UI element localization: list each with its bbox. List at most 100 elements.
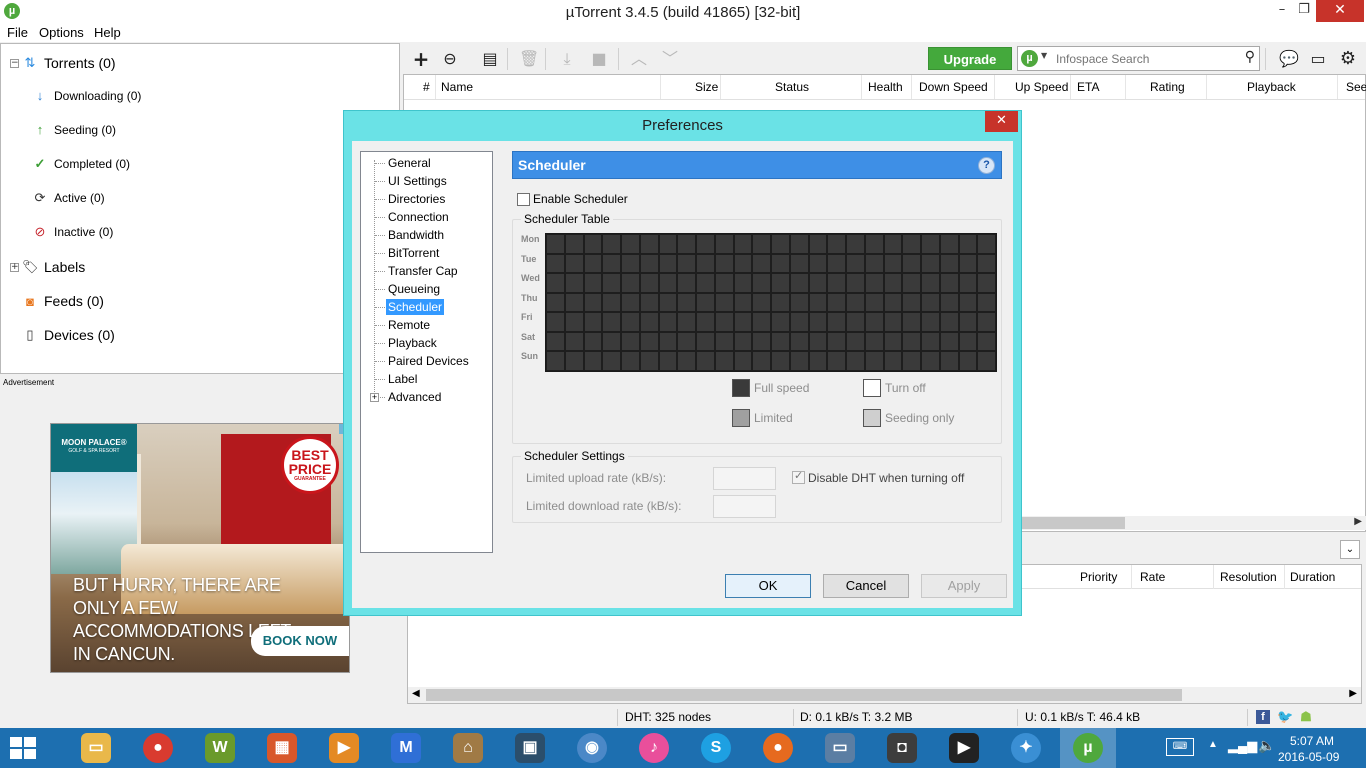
schedule-cell[interactable] (864, 351, 884, 371)
schedule-cell[interactable] (977, 312, 996, 332)
schedule-cell[interactable] (583, 331, 603, 352)
schedule-cell[interactable] (602, 331, 621, 352)
tree-item-general[interactable]: General (386, 155, 433, 171)
schedule-cell[interactable] (902, 312, 921, 332)
stop-icon[interactable]: ■ (589, 49, 609, 69)
column-header-down-speed[interactable]: Down Speed (919, 80, 988, 94)
schedule-cell[interactable] (939, 292, 959, 313)
sidebar-item-active[interactable]: ⟳ Active (0) (32, 190, 105, 206)
taskbar-file-explorer[interactable]: ▭ (68, 728, 124, 768)
schedule-cell[interactable] (583, 292, 603, 313)
schedule-cell[interactable] (621, 273, 640, 293)
schedule-cell[interactable] (658, 292, 678, 313)
schedule-cell[interactable] (827, 292, 846, 313)
schedule-cell[interactable] (696, 253, 715, 274)
sidebar-item-seeding[interactable]: ↑ Seeding (0) (32, 122, 116, 137)
schedule-cell[interactable] (846, 312, 865, 332)
column-header-playback[interactable]: Playback (1247, 80, 1296, 94)
scroll-left-arrow-icon[interactable]: ◀ (412, 688, 420, 699)
schedule-cell[interactable] (621, 292, 640, 313)
schedule-cell[interactable] (733, 351, 753, 371)
schedule-cell[interactable] (771, 312, 790, 332)
schedule-cell[interactable] (977, 253, 996, 274)
schedule-cell[interactable] (921, 292, 940, 313)
schedule-cell[interactable] (808, 292, 828, 313)
maximize-button[interactable]: ❐ (1290, 0, 1318, 22)
schedule-cell[interactable] (958, 253, 978, 274)
schedule-cell[interactable] (771, 292, 790, 313)
schedule-cell[interactable] (939, 351, 959, 371)
tree-item-playback[interactable]: Playback (386, 335, 439, 351)
schedule-cell[interactable] (621, 234, 640, 254)
schedule-cell[interactable] (902, 331, 921, 352)
sidebar-item-labels[interactable]: 🏷 Labels (22, 259, 85, 275)
add-torrent-icon[interactable]: + (411, 49, 431, 69)
schedule-cell[interactable] (677, 273, 696, 293)
tree-item-queueing[interactable]: Queueing (386, 281, 442, 297)
schedule-cell[interactable] (714, 312, 734, 332)
schedule-cell[interactable] (846, 234, 865, 254)
column-header-status[interactable]: Status (775, 80, 809, 94)
volume-icon[interactable]: 🔈 (1258, 737, 1275, 754)
move-up-icon[interactable]: ︿ (629, 49, 649, 69)
taskbar-chrome[interactable]: ● (130, 728, 186, 768)
schedule-cell[interactable] (602, 351, 621, 371)
schedule-cell[interactable] (902, 273, 921, 293)
schedule-cell[interactable] (621, 312, 640, 332)
column-header-duration[interactable]: Duration (1290, 570, 1335, 584)
schedule-cell[interactable] (977, 331, 996, 352)
show-hidden-icons-icon[interactable]: ▲ (1208, 739, 1218, 750)
taskbar-video-player[interactable]: ▶ (936, 728, 992, 768)
schedule-cell[interactable] (714, 331, 734, 352)
menu-help[interactable]: Help (94, 25, 121, 40)
schedule-cell[interactable] (696, 312, 715, 332)
schedule-cell[interactable] (733, 331, 753, 352)
column-header-health[interactable]: Health (868, 80, 903, 94)
schedule-cell[interactable] (902, 253, 921, 274)
sidebar-item-feeds[interactable]: ◙ Feeds (0) (22, 293, 104, 309)
schedule-cell[interactable] (602, 312, 621, 332)
schedule-cell[interactable] (808, 273, 828, 293)
schedule-cell[interactable] (789, 234, 809, 254)
taskbar-skype[interactable]: S (688, 728, 744, 768)
search-box[interactable]: µ ▼ ⚲ (1017, 46, 1260, 71)
search-input[interactable] (1056, 50, 1236, 67)
ad-book-now-button[interactable]: BOOK NOW (251, 626, 349, 656)
schedule-cell[interactable] (696, 273, 715, 293)
schedule-cell[interactable] (977, 273, 996, 293)
schedule-cell[interactable] (639, 292, 659, 313)
column-header-size[interactable]: Size (695, 80, 718, 94)
schedule-cell[interactable] (883, 312, 903, 332)
tree-item-directories[interactable]: Directories (386, 191, 447, 207)
upload-rate-field[interactable] (713, 467, 776, 490)
schedule-cell[interactable] (714, 273, 734, 293)
chevron-down-icon[interactable]: ▼ (1041, 51, 1047, 60)
schedule-cell[interactable] (921, 234, 940, 254)
schedule-cell[interactable] (808, 351, 828, 371)
schedule-cell[interactable] (883, 292, 903, 313)
schedule-cell[interactable] (658, 331, 678, 352)
sidebar-item-completed[interactable]: ✓ Completed (0) (32, 156, 130, 172)
tree-item-bandwidth[interactable]: Bandwidth (386, 227, 446, 243)
schedule-cell[interactable] (977, 292, 996, 313)
schedule-cell[interactable] (658, 312, 678, 332)
schedule-cell[interactable] (621, 331, 640, 352)
scroll-right-arrow-icon[interactable]: ▶ (1349, 688, 1357, 699)
scroll-right-arrow-icon[interactable]: ▶ (1354, 516, 1362, 527)
schedule-cell[interactable] (958, 234, 978, 254)
upgrade-button[interactable]: Upgrade (928, 47, 1012, 70)
schedule-cell[interactable] (714, 351, 734, 371)
schedule-cell[interactable] (752, 292, 771, 313)
schedule-cell[interactable] (864, 292, 884, 313)
clock-date[interactable]: 2016-05-09 (1278, 750, 1339, 764)
remove-icon[interactable]: 🗑 (519, 49, 539, 69)
schedule-cell[interactable] (639, 312, 659, 332)
schedule-cell[interactable] (958, 351, 978, 371)
schedule-cell[interactable] (752, 331, 771, 352)
schedule-cell[interactable] (771, 351, 790, 371)
sidebar-item-inactive[interactable]: ⊘ Inactive (0) (32, 224, 114, 240)
schedule-cell[interactable] (883, 351, 903, 371)
facebook-icon[interactable]: f (1256, 710, 1270, 724)
schedule-cell[interactable] (658, 351, 678, 371)
schedule-cell[interactable] (677, 292, 696, 313)
